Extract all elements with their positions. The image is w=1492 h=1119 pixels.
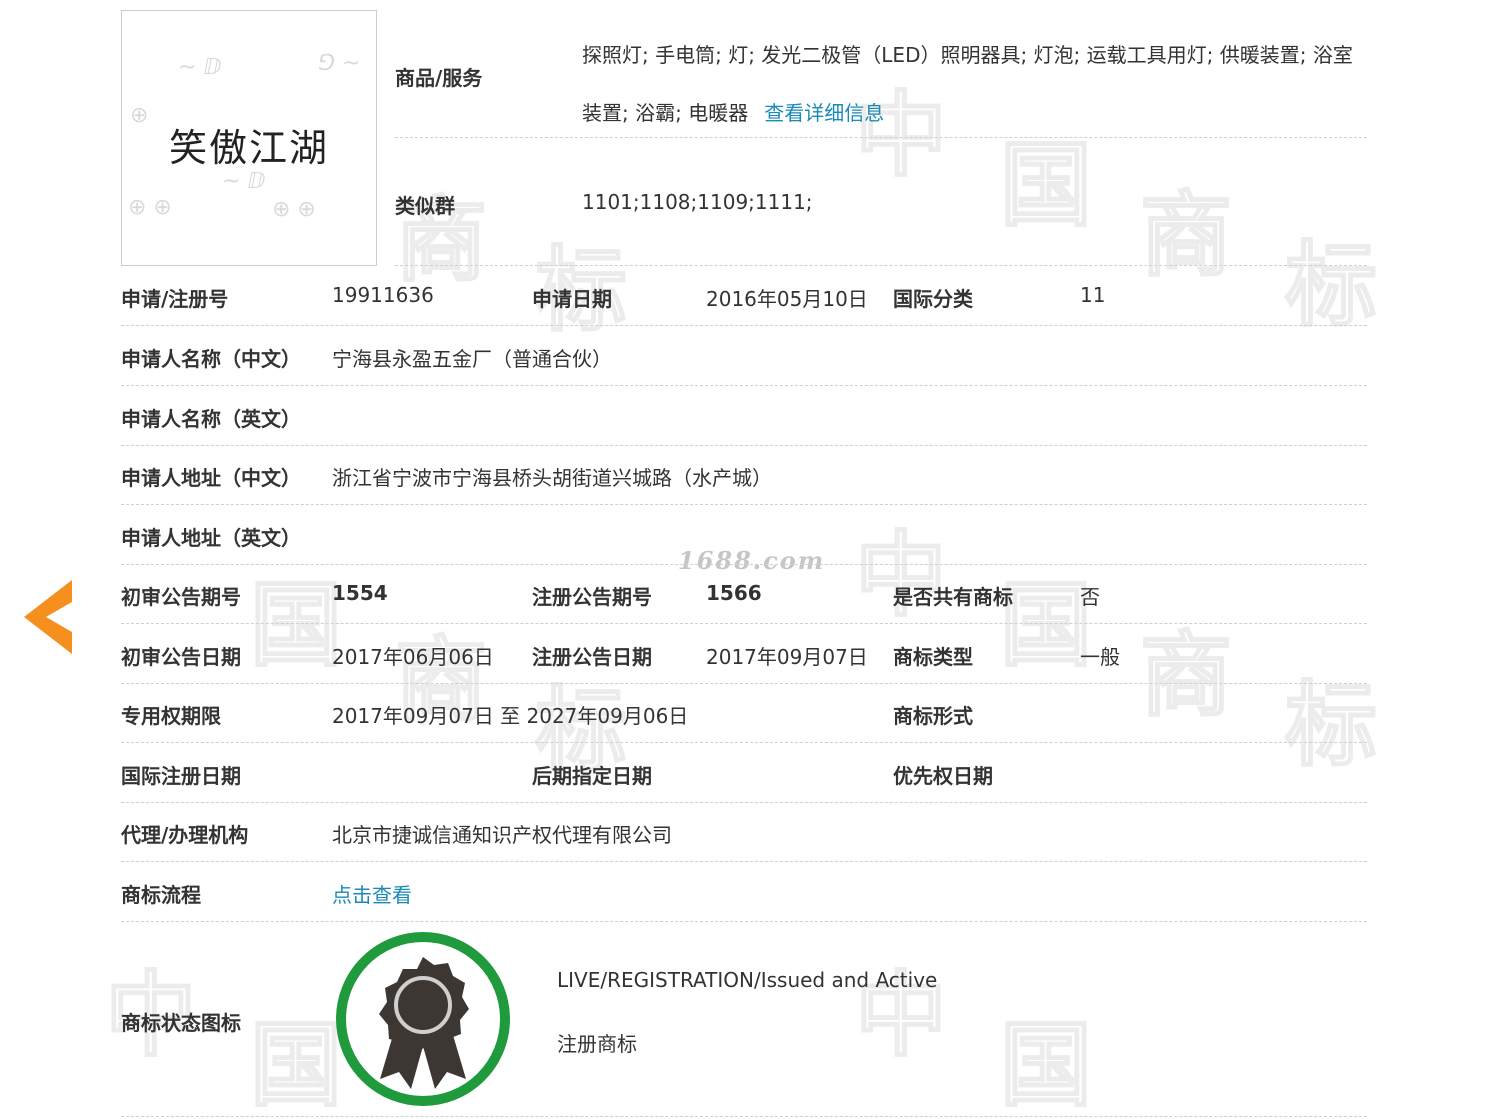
registration-row: 申请/注册号 19911636 申请日期 2016年05月10日 国际分类 11	[121, 266, 1367, 326]
similar-group-label: 类似群	[395, 194, 455, 218]
applicant-en-row: 申请人名称（英文）	[121, 386, 1367, 446]
exclusive-term-row: 专用权期限 2017年09月07日 至 2027年09月06日 商标形式	[121, 683, 1367, 743]
logo-decoration: ⊕ ⊕	[272, 197, 316, 222]
shared-trademark-label: 是否共有商标	[893, 585, 1013, 609]
shared-trademark-value: 否	[1080, 585, 1100, 609]
view-details-link[interactable]: 查看详细信息	[764, 101, 884, 125]
trademark-type-label: 商标类型	[893, 645, 973, 669]
reg-gazette-date-value: 2017年09月07日	[706, 645, 868, 669]
trademark-flow-row: 商标流程 点击查看	[121, 862, 1367, 922]
priority-date-label: 优先权日期	[893, 764, 993, 788]
applicant-cn-value: 宁海县永盈五金厂（普通合伙）	[332, 347, 612, 371]
similar-group-value: 1101;1108;1109;1111;	[582, 190, 813, 214]
logo-decoration: ⊕ ⊕	[128, 195, 172, 220]
applicant-cn-row: 申请人名称（中文） 宁海县永盈五金厂（普通合伙）	[121, 326, 1367, 386]
prelim-gazette-date-label: 初审公告日期	[121, 645, 241, 669]
back-arrow-icon[interactable]	[22, 578, 74, 656]
goods-services-label: 商品/服务	[395, 66, 483, 90]
reg-gazette-date-label: 注册公告日期	[532, 645, 652, 669]
address-en-label: 申请人地址（英文）	[121, 526, 301, 550]
goods-services-text: 探照灯; 手电筒; 灯; 发光二极管（LED）照明器具; 灯泡; 运载工具用灯;…	[582, 43, 1353, 125]
registered-medal-icon	[336, 932, 510, 1106]
address-cn-row: 申请人地址（中文） 浙江省宁波市宁海县桥头胡街道兴城路（水产城）	[121, 445, 1367, 505]
reg-no-value: 19911636	[332, 283, 434, 307]
agent-row: 代理/办理机构 北京市捷诚信通知识产权代理有限公司	[121, 802, 1367, 862]
prelim-gazette-no-value: 1554	[332, 581, 388, 605]
goods-services-value: 探照灯; 手电筒; 灯; 发光二极管（LED）照明器具; 灯泡; 运载工具用灯;…	[582, 26, 1362, 142]
gazette-date-row: 初审公告日期 2017年06月06日 注册公告日期 2017年09月07日 商标…	[121, 624, 1367, 684]
reg-gazette-no-value: 1566	[706, 581, 762, 605]
trademark-flow-label: 商标流程	[121, 883, 201, 907]
goods-services-row: 商品/服务 探照灯; 手电筒; 灯; 发光二极管（LED）照明器具; 灯泡; 运…	[395, 10, 1367, 138]
address-en-row: 申请人地址（英文）	[121, 505, 1367, 565]
similar-group-row: 类似群 1101;1108;1109;1111;	[395, 138, 1367, 266]
prelim-gazette-date-value: 2017年06月06日	[332, 645, 494, 669]
exclusive-term-label: 专用权期限	[121, 704, 221, 728]
applicant-en-label: 申请人名称（英文）	[121, 407, 301, 431]
agent-value: 北京市捷诚信通知识产权代理有限公司	[332, 823, 672, 847]
agent-label: 代理/办理机构	[121, 823, 249, 847]
trademark-form-label: 商标形式	[893, 704, 973, 728]
intl-dates-row: 国际注册日期 后期指定日期 优先权日期	[121, 743, 1367, 803]
trademark-name: 笑傲江湖	[168, 126, 329, 170]
status-english: LIVE/REGISTRATION/Issued and Active	[557, 968, 938, 992]
trademark-type-value: 一般	[1080, 645, 1120, 669]
address-cn-label: 申请人地址（中文）	[121, 466, 301, 490]
apply-date-value: 2016年05月10日	[706, 287, 868, 311]
logo-decoration: ~ ⅅ	[178, 55, 222, 80]
logo-decoration: ⅁ ~	[318, 51, 361, 76]
later-designation-date-label: 后期指定日期	[532, 764, 652, 788]
intl-reg-date-label: 国际注册日期	[121, 764, 241, 788]
apply-date-label: 申请日期	[532, 287, 612, 311]
exclusive-term-value: 2017年09月07日 至 2027年09月06日	[332, 704, 689, 728]
view-flow-link[interactable]: 点击查看	[332, 879, 412, 908]
status-chinese: 注册商标	[557, 1032, 637, 1056]
intl-class-value: 11	[1080, 283, 1106, 307]
address-cn-value: 浙江省宁波市宁海县桥头胡街道兴城路（水产城）	[332, 466, 772, 490]
gazette-number-row: 初审公告期号 1554 注册公告期号 1566 是否共有商标 否	[121, 564, 1367, 624]
prelim-gazette-no-label: 初审公告期号	[121, 585, 241, 609]
status-icon-label: 商标状态图标	[121, 1011, 241, 1035]
trademark-status-row: 商标状态图标 LIVE/REGISTRATION/Issued and Acti…	[121, 921, 1367, 1117]
reg-no-label: 申请/注册号	[121, 287, 229, 311]
intl-class-label: 国际分类	[893, 287, 973, 311]
logo-decoration: ~ ⅅ	[222, 169, 266, 194]
trademark-detail-page: 中 国 商 标 商 标 中 国 商 标 国 商 标 中 国 中 国 1688.c…	[0, 0, 1492, 1119]
reg-gazette-no-label: 注册公告期号	[532, 585, 652, 609]
applicant-cn-label: 申请人名称（中文）	[121, 347, 301, 371]
trademark-image: ~ ⅅ ⅁ ~ ⊕ ~ ⅅ ⊕ ⊕ ⊕ ⊕ 笑傲江湖	[121, 10, 377, 266]
